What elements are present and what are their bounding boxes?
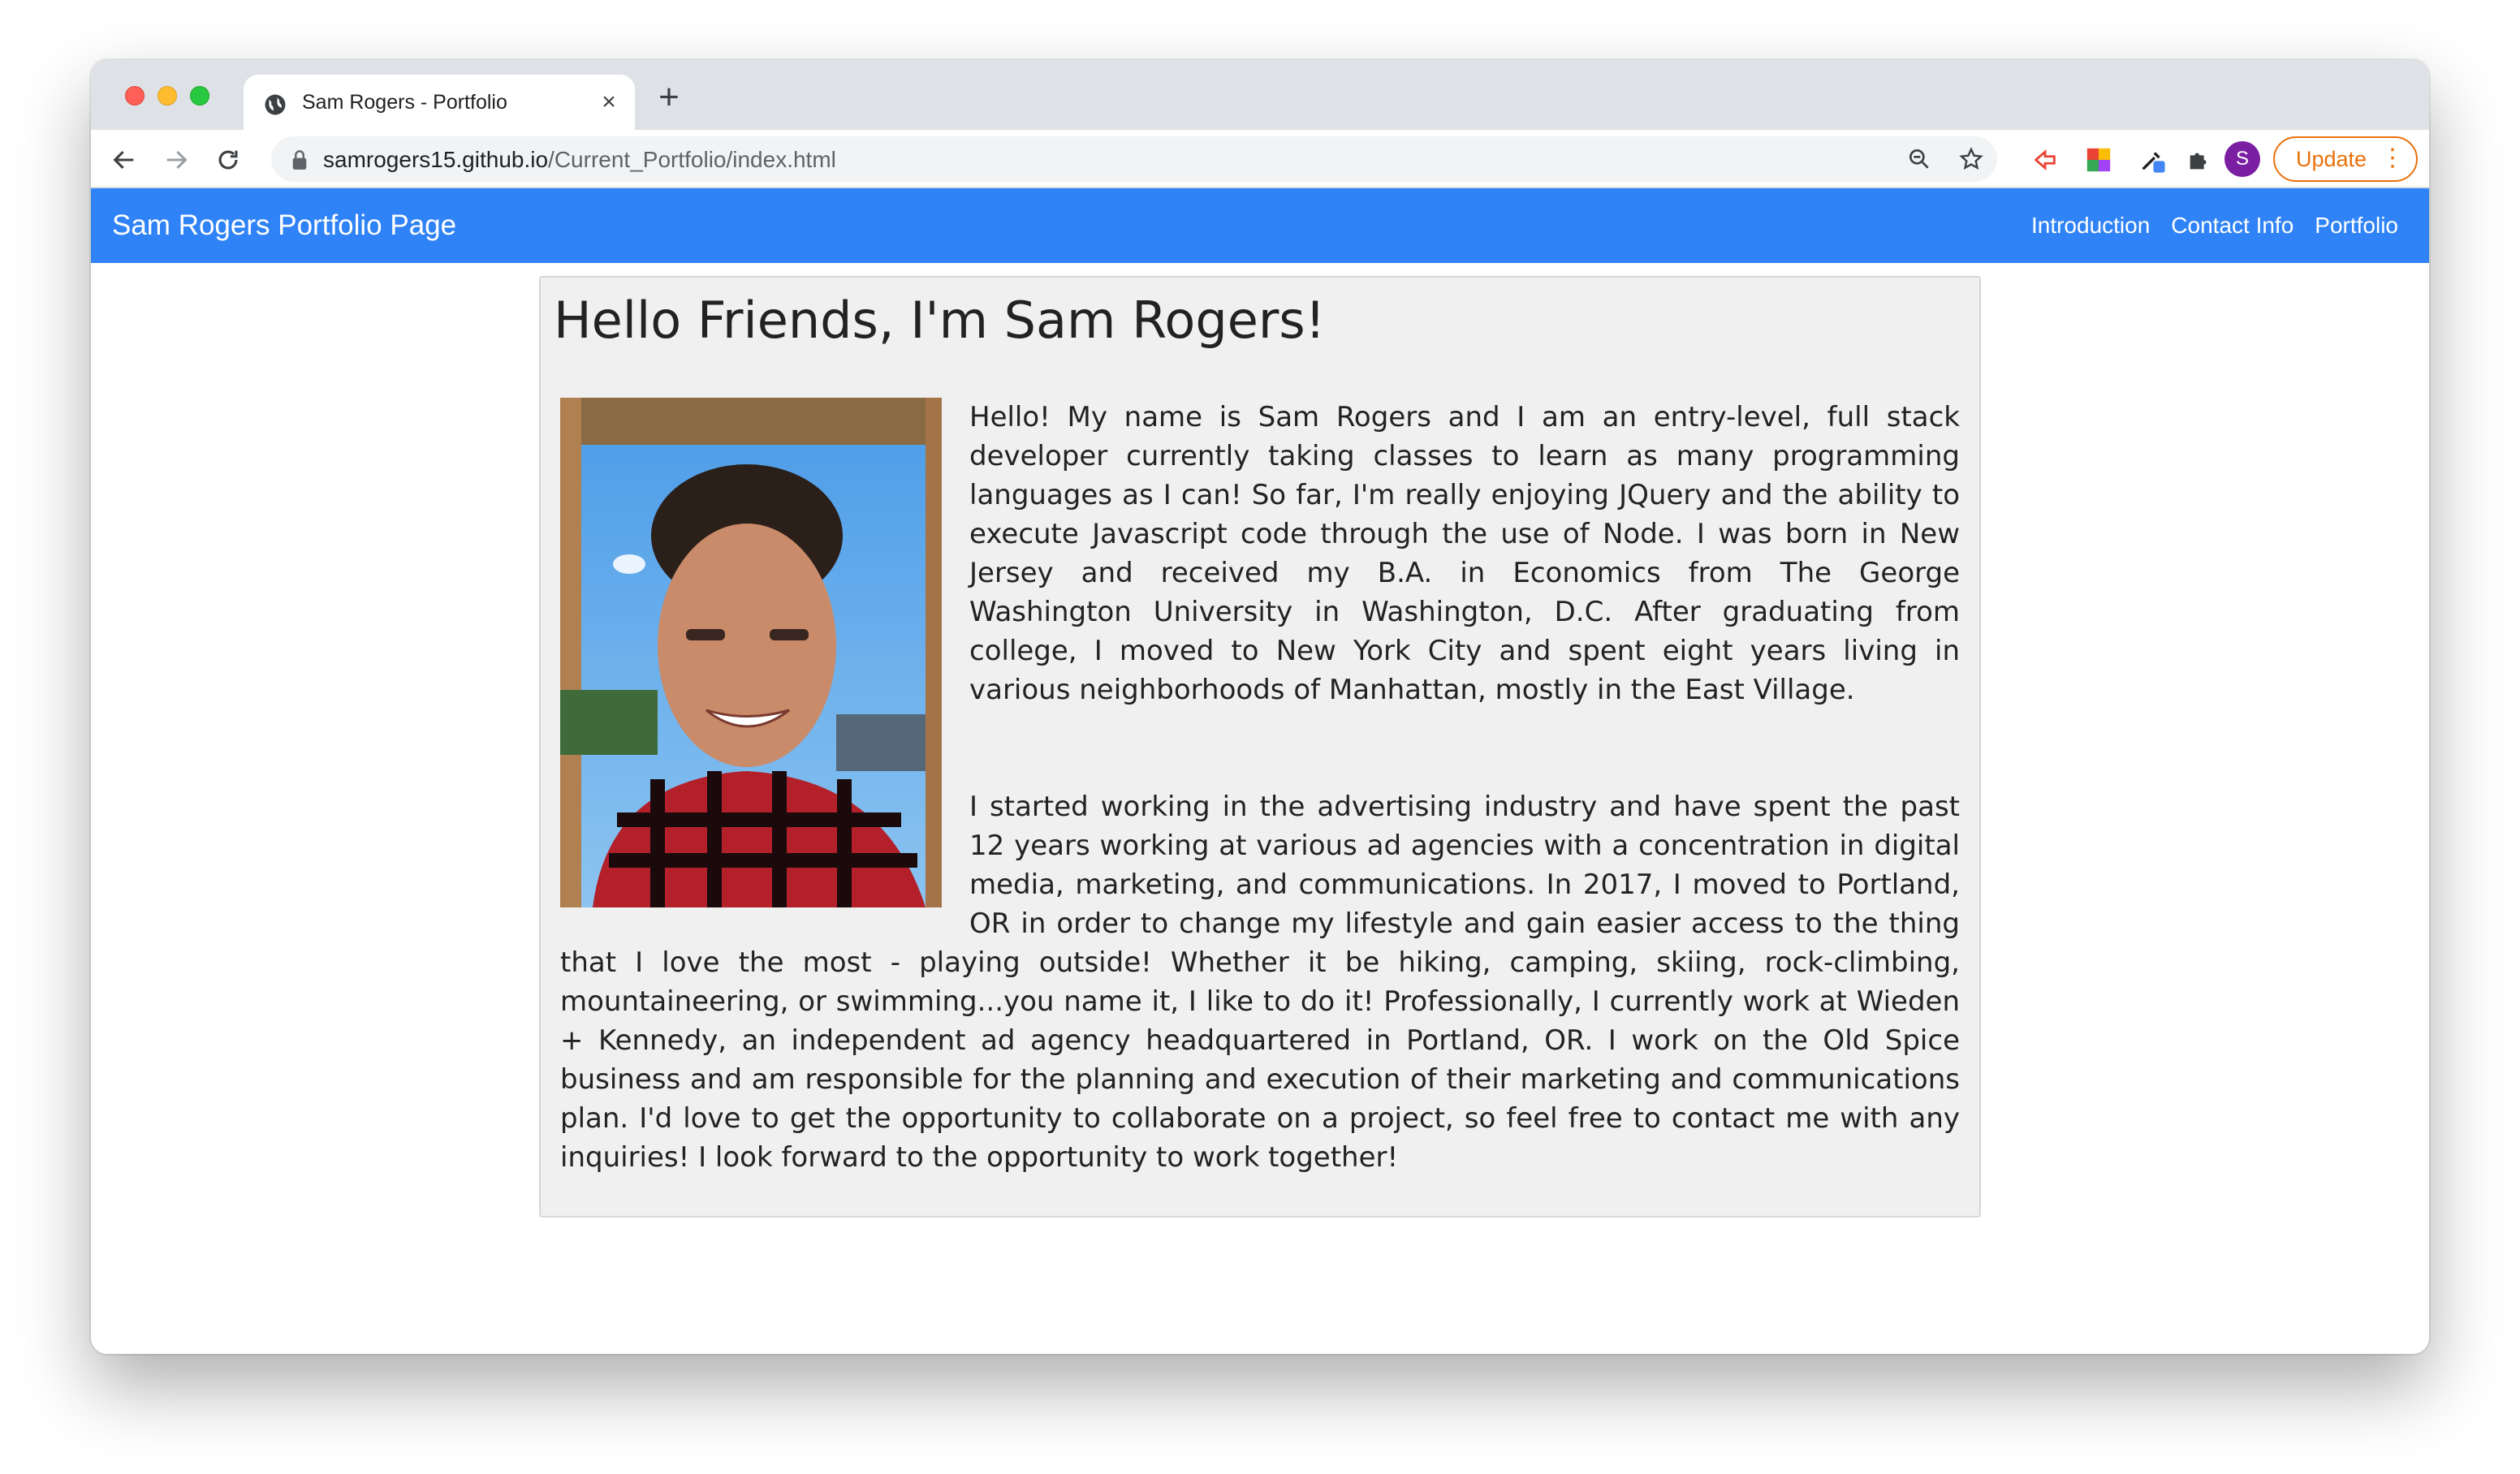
lock-icon[interactable] [291,149,309,170]
update-button[interactable]: Update ⋮ [2273,136,2418,182]
extension-color-grid-icon[interactable] [2085,146,2112,174]
browser-window: Sam Rogers - Portfolio × + samrogers15.g… [91,60,2429,1354]
extension-red-arrow-icon[interactable] [2031,146,2059,174]
globe-icon [265,94,286,115]
browser-toolbar: samrogers15.github.io/Current_Portfolio/… [91,130,2429,188]
zoom-icon[interactable] [1906,146,1932,172]
tab-title: Sam Rogers - Portfolio [302,91,507,114]
puzzle-icon[interactable] [2186,146,2213,174]
profile-photo [560,398,942,908]
tab-close-icon[interactable]: × [598,90,620,114]
page-title: Hello Friends, I'm Sam Rogers! [554,291,1326,350]
forward-arrow-icon[interactable] [162,146,190,174]
intro-card: Hello Friends, I'm Sam Rogers! Hello! My… [539,276,1981,1218]
extension-eyedropper-icon[interactable] [2138,146,2166,174]
site-brand[interactable]: Sam Rogers Portfolio Page [112,209,456,242]
nav-link-portfolio[interactable]: Portfolio [2315,213,2398,239]
nav-links: Introduction Contact Info Portfolio [2031,213,2398,239]
maximize-window-button[interactable] [190,86,209,106]
new-tab-button[interactable]: + [653,80,685,115]
minimize-window-button[interactable] [158,86,177,106]
profile-avatar[interactable]: S [2224,141,2260,177]
close-window-button[interactable] [125,86,145,106]
address-bar[interactable]: samrogers15.github.io/Current_Portfolio/… [271,136,1997,182]
nav-link-contact-info[interactable]: Contact Info [2171,213,2293,239]
site-navbar: Sam Rogers Portfolio Page Introduction C… [91,188,2429,263]
kebab-menu-icon[interactable]: ⋮ [2380,138,2405,179]
url-text[interactable]: samrogers15.github.io/Current_Portfolio/… [323,147,836,173]
reload-icon[interactable] [214,146,242,174]
back-arrow-icon[interactable] [110,146,138,174]
page-viewport: Sam Rogers Portfolio Page Introduction C… [91,188,2429,1354]
tab-strip: Sam Rogers - Portfolio × + [91,60,2429,130]
tab-portfolio[interactable]: Sam Rogers - Portfolio × [244,75,635,130]
nav-link-introduction[interactable]: Introduction [2031,213,2150,239]
star-icon[interactable] [1958,146,1984,172]
